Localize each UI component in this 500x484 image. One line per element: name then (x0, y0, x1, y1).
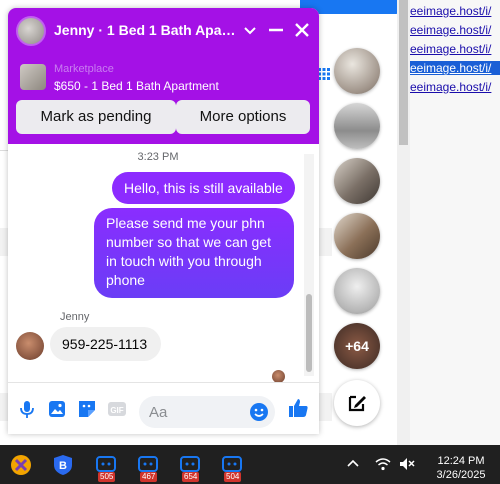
chevron-up-icon[interactable] (344, 455, 362, 473)
taskbar: B 505 467 654 504 12:24 PM 3/26/2025 (0, 445, 500, 484)
notification-badge: 467 (140, 472, 158, 482)
chat-header: Jenny · 1 Bed 1 Bath Apartment Marketpla… (8, 8, 319, 144)
close-icon[interactable] (290, 18, 314, 42)
background-row (319, 228, 332, 256)
notification-badge: 505 (98, 472, 116, 482)
message-bubble-outgoing[interactable]: Please send me your phn number so that w… (94, 208, 294, 298)
message-bubble-incoming[interactable]: 959-225-1113 (50, 327, 161, 361)
image-link-selected[interactable]: eeimage.host/i/ (410, 61, 500, 75)
divider (0, 150, 8, 151)
sender-avatar[interactable] (16, 332, 44, 360)
background-row (319, 393, 332, 421)
sender-name: Jenny (60, 311, 90, 323)
screen: eeimage.host/i/ eeimage.host/i/ eeimage.… (0, 0, 500, 484)
notification-badge: 504 (224, 472, 242, 482)
chat-scrollbar-thumb[interactable] (306, 294, 312, 372)
grid-icon[interactable] (318, 68, 330, 80)
contact-avatar[interactable] (16, 16, 46, 46)
composer-bar: GIF Aa (8, 382, 319, 434)
listing-thumbnail[interactable] (20, 64, 46, 90)
chat-head[interactable] (334, 48, 380, 94)
gif-icon[interactable]: GIF (106, 398, 128, 420)
listing-title[interactable]: $650 - 1 Bed 1 Bath Apartment (54, 79, 219, 93)
volume-muted-icon[interactable] (398, 455, 416, 473)
mic-icon[interactable] (16, 398, 38, 420)
image-link[interactable]: eeimage.host/i/ (410, 4, 500, 18)
image-link[interactable]: eeimage.host/i/ (410, 80, 500, 94)
marketplace-label: Marketplace (54, 63, 114, 75)
svg-text:GIF: GIF (110, 406, 123, 415)
sticker-icon[interactable] (76, 398, 98, 420)
clock[interactable]: 12:24 PM 3/26/2025 (428, 454, 494, 482)
more-chats-button[interactable]: +64 (334, 323, 380, 369)
svg-text:B: B (59, 460, 67, 472)
shield-b-icon[interactable]: B (52, 454, 74, 476)
background-row (0, 228, 8, 256)
message-input-placeholder: Aa (149, 404, 168, 421)
chat-head[interactable] (334, 268, 380, 314)
clock-time: 12:24 PM (437, 455, 485, 467)
chat-head[interactable] (334, 103, 380, 149)
more-options-button[interactable]: More options (176, 100, 310, 134)
image-link[interactable]: eeimage.host/i/ (410, 42, 500, 56)
clock-date: 3/26/2025 (436, 469, 486, 481)
chat-head[interactable] (334, 213, 380, 259)
message-input[interactable]: Aa (139, 396, 275, 428)
message-bubble-outgoing[interactable]: Hello, this is still available (112, 172, 295, 204)
chevron-down-icon[interactable] (238, 18, 262, 42)
chat-title[interactable]: Jenny · 1 Bed 1 Bath Apartment (54, 22, 238, 38)
image-icon[interactable] (46, 398, 68, 420)
notification-badge: 654 (182, 472, 200, 482)
image-link[interactable]: eeimage.host/i/ (410, 23, 500, 37)
message-list[interactable]: 3:23 PM Hello, this is still available P… (8, 144, 319, 383)
thumbs-up-icon[interactable] (286, 396, 310, 420)
chat-window: Jenny · 1 Bed 1 Bath Apartment Marketpla… (8, 8, 319, 434)
compose-icon (348, 395, 366, 412)
minimize-icon[interactable] (264, 18, 288, 42)
new-message-button[interactable] (334, 380, 380, 426)
mark-as-pending-button[interactable]: Mark as pending (16, 100, 176, 134)
app-x-icon[interactable] (10, 454, 32, 476)
wifi-icon[interactable] (374, 455, 392, 473)
background-row (0, 393, 8, 421)
chat-head[interactable] (334, 158, 380, 204)
message-timestamp: 3:23 PM (137, 151, 179, 163)
emoji-icon[interactable] (249, 402, 269, 422)
page-scrollbar-thumb[interactable] (399, 0, 408, 145)
